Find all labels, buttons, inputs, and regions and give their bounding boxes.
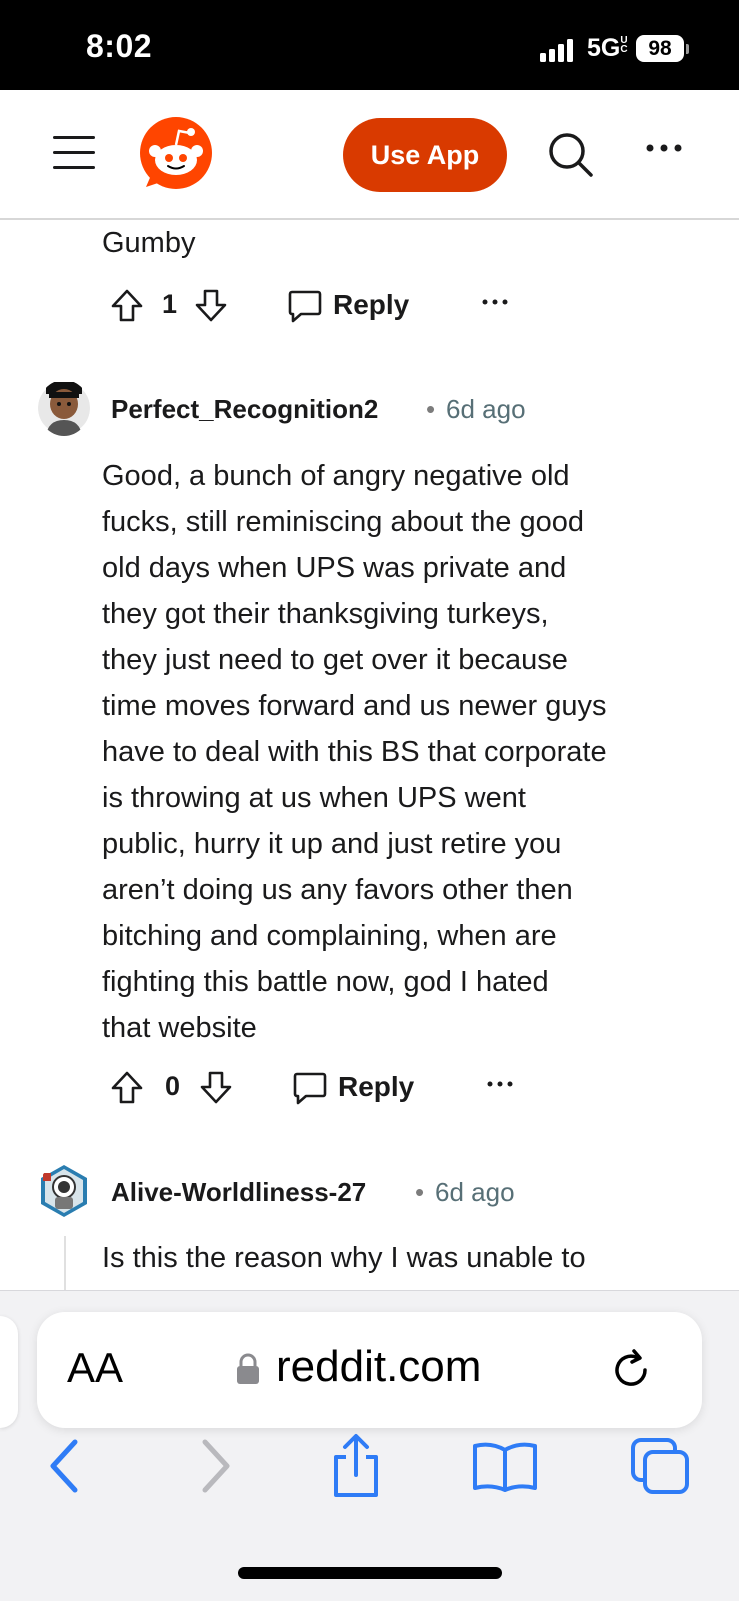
bookmarks-button[interactable] (470, 1431, 540, 1501)
network-label: 5G (587, 34, 621, 62)
downvote-icon[interactable] (199, 1065, 233, 1109)
comment-age: 6d ago (435, 1177, 515, 1207)
comment-icon (288, 290, 322, 323)
username[interactable]: Alive-Worldliness-27 (111, 1177, 366, 1208)
browser-toolbar: AA reddit.com (0, 1290, 739, 1601)
forward-button[interactable] (180, 1431, 250, 1501)
vote-score: 1 (162, 289, 178, 319)
reader-options-button[interactable]: AA (67, 1344, 123, 1392)
separator-dot: • (426, 394, 436, 424)
reply-button[interactable]: Reply (292, 1065, 414, 1109)
comment-body: Gumby (102, 227, 196, 259)
thread-line[interactable] (64, 1236, 66, 1290)
reddit-header: Use App (0, 90, 739, 220)
comment-header: Alive-Worldliness-27 • 6d ago (38, 1163, 718, 1223)
comment-line: they just need to get over it because (102, 644, 568, 676)
more-icon[interactable] (480, 297, 510, 307)
comment-body: Good, a bunch of angry negative old fuck… (102, 453, 607, 1051)
comment-age: 6d ago (446, 394, 526, 424)
reply-button[interactable]: Reply (287, 283, 409, 327)
menu-icon[interactable] (53, 136, 95, 170)
comment-line: is throwing at us when UPS went (102, 782, 526, 814)
comment-body: Is this the reason why I was unable to (102, 1242, 586, 1274)
status-time: 8:02 (86, 28, 153, 64)
share-button[interactable] (321, 1431, 391, 1501)
search-icon[interactable] (546, 130, 594, 178)
battery-icon: 98 (636, 35, 684, 62)
more-icon[interactable] (644, 138, 684, 158)
previous-tab-edge[interactable] (0, 1316, 18, 1428)
comment-line: have to deal with this BS that corporate (102, 736, 607, 768)
comment-line: that website (102, 1012, 257, 1044)
downvote-icon[interactable] (194, 283, 228, 327)
username[interactable]: Perfect_Recognition2 (111, 394, 378, 425)
reply-label: Reply (338, 1071, 415, 1102)
browser-nav (0, 1431, 739, 1511)
tabs-icon (631, 1438, 689, 1494)
battery-tip (686, 44, 689, 54)
home-indicator[interactable] (238, 1567, 502, 1579)
reload-icon[interactable] (607, 1346, 655, 1394)
bookmarks-icon (473, 1442, 537, 1492)
comment-thread: Gumby 1 Reply Perfect_Recognition2 • 6d … (0, 220, 739, 1290)
reply-label: Reply (333, 289, 410, 320)
address-bar[interactable]: AA reddit.com (37, 1312, 702, 1428)
comment-line: fighting this battle now, god I hated (102, 966, 549, 998)
battery-level: 98 (648, 37, 672, 60)
comment-line: old days when UPS was private and (102, 552, 567, 584)
network-suffix: UC (620, 35, 628, 55)
signal-icon (540, 38, 578, 62)
back-icon (50, 1439, 78, 1493)
comment-line: public, hurry it up and just retire you (102, 828, 562, 860)
comment-line: fucks, still reminiscing about the good (102, 506, 584, 538)
comment-line: they got their thanksgiving turkeys, (102, 598, 549, 630)
lock-icon (237, 1353, 259, 1384)
comment-line: time moves forward and us newer guys (102, 690, 607, 722)
use-app-button[interactable]: Use App (343, 118, 507, 192)
reddit-logo-icon[interactable] (138, 115, 214, 191)
comment-actions: 0 Reply (110, 1065, 530, 1109)
network-indicator: 5GUC (587, 34, 632, 63)
separator-dot: • (415, 1177, 425, 1207)
url-text[interactable]: reddit.com (276, 1342, 481, 1392)
comment-icon (293, 1072, 327, 1105)
avatar[interactable] (38, 1163, 90, 1219)
share-icon (334, 1434, 378, 1497)
back-button[interactable] (30, 1431, 100, 1501)
comment-line: bitching and complaining, when are (102, 920, 557, 952)
tabs-button[interactable] (626, 1431, 696, 1501)
vote-score: 0 (165, 1071, 181, 1101)
avatar[interactable] (38, 380, 90, 436)
comment-actions: 1 Reply (110, 283, 530, 327)
comment-line: aren’t doing us any favors other then (102, 874, 573, 906)
upvote-icon[interactable] (110, 1065, 144, 1109)
comment-line: Good, a bunch of angry negative old (102, 460, 570, 492)
status-bar: 8:02 5GUC 98 (0, 0, 739, 90)
more-icon[interactable] (485, 1079, 515, 1089)
upvote-icon[interactable] (110, 283, 144, 327)
comment-header: Perfect_Recognition2 • 6d ago (38, 380, 718, 440)
forward-icon (202, 1439, 230, 1493)
